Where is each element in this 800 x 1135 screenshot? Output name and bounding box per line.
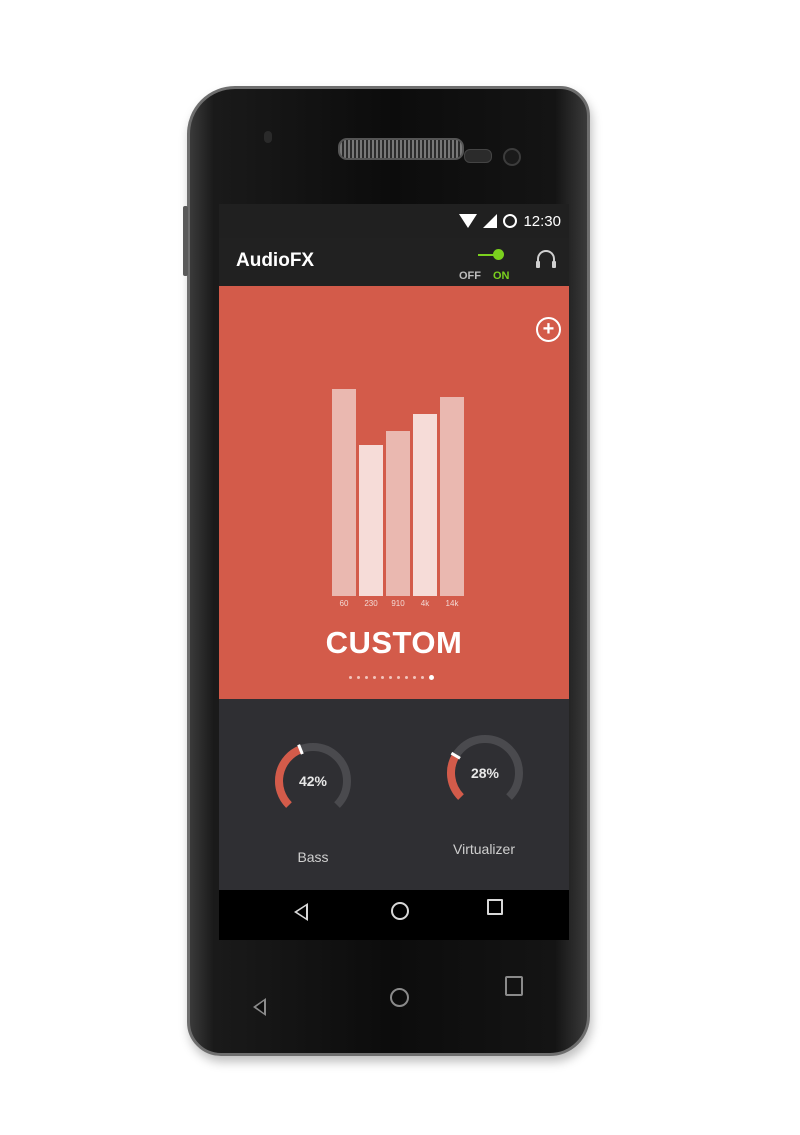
eq-band-230[interactable]	[359, 445, 383, 596]
app-bar: AudioFX OFF ON	[219, 238, 569, 286]
page-dot[interactable]	[413, 676, 416, 679]
eq-band-label: 4k	[420, 599, 430, 608]
hardware-home-icon[interactable]	[390, 988, 409, 1007]
page-dot[interactable]	[429, 675, 434, 680]
preset-name: CUSTOM	[325, 625, 463, 660]
knob-value: 28%	[470, 765, 500, 781]
eq-band-label: 230	[364, 599, 378, 608]
equalizer-panel: + 60 230 910 4k 14k CUSTOM	[219, 286, 569, 699]
proximity-sensor	[264, 131, 272, 143]
page-dot[interactable]	[349, 676, 352, 679]
toggle-knob[interactable]	[493, 249, 504, 260]
headphones-icon[interactable]	[536, 250, 556, 268]
front-camera	[503, 148, 521, 166]
page-dot[interactable]	[365, 676, 368, 679]
eq-band-label: 14k	[445, 599, 459, 608]
battery-icon	[503, 214, 518, 228]
page-dot[interactable]	[381, 676, 384, 679]
bass-label: Bass	[297, 849, 329, 865]
light-sensor	[464, 149, 492, 163]
page-dot[interactable]	[405, 676, 408, 679]
bass-knob[interactable]: 42%	[271, 739, 355, 823]
page-dot[interactable]	[357, 676, 360, 679]
home-icon[interactable]	[391, 902, 409, 920]
status-bar: 12:30	[219, 204, 569, 238]
eq-band-label: 60	[339, 599, 349, 608]
eq-band-910[interactable]	[386, 431, 410, 596]
page-dot[interactable]	[373, 676, 376, 679]
knob-value: 42%	[298, 773, 328, 789]
preset-page-indicator	[349, 675, 434, 680]
clock: 12:30	[523, 212, 561, 230]
screen: 12:30 AudioFX OFF ON + 60 230 910 4k 14k CUS…	[219, 204, 569, 890]
page-dot[interactable]	[421, 676, 424, 679]
effects-panel: 42% Bass 28% Virtualizer	[219, 699, 569, 890]
back-icon[interactable]	[294, 903, 308, 921]
wifi-icon	[459, 214, 478, 228]
signal-icon	[483, 214, 498, 228]
app-title: AudioFX	[236, 250, 315, 271]
equalizer-bars[interactable]: 60 230 910 4k 14k	[332, 286, 467, 608]
virtualizer-knob[interactable]: 28%	[443, 731, 527, 815]
side-button	[183, 206, 188, 276]
hardware-recents-icon[interactable]	[505, 976, 523, 996]
add-preset-button[interactable]: +	[536, 317, 561, 342]
eq-band-label: 910	[391, 599, 405, 608]
virtualizer-label: Virtualizer	[453, 841, 515, 857]
page-dot[interactable]	[397, 676, 400, 679]
navigation-bar	[219, 890, 569, 940]
recents-icon[interactable]	[487, 899, 503, 915]
eq-band-4k[interactable]	[413, 414, 437, 596]
eq-band-14k[interactable]	[440, 397, 464, 596]
eq-band-60[interactable]	[332, 389, 356, 596]
hardware-back-icon[interactable]	[253, 998, 266, 1016]
toggle-off-label: OFF	[459, 270, 481, 282]
earpiece-speaker	[338, 138, 464, 160]
toggle-on-label: ON	[493, 270, 510, 282]
page-dot[interactable]	[389, 676, 392, 679]
